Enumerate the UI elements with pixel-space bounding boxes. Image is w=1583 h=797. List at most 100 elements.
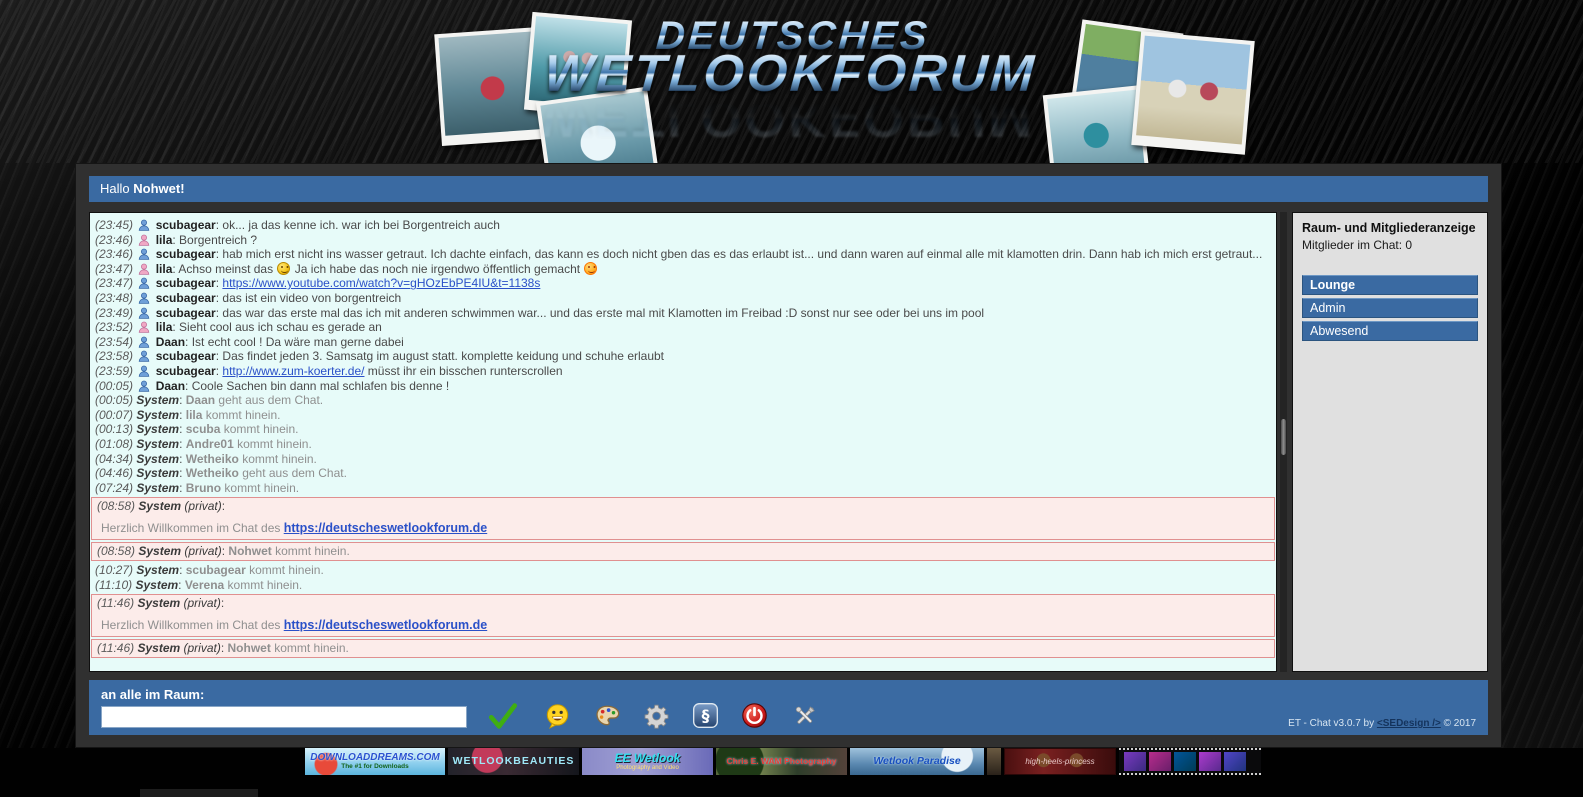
chat-message-log[interactable]: (23:45) scubagear: ok... ja das kenne ic… — [89, 212, 1277, 672]
room-button-admin[interactable]: Admin — [1302, 298, 1478, 318]
message-link[interactable]: https://www.youtube.com/watch?v=gHOzEbPE… — [222, 276, 540, 290]
message-sender-name: Daan — [152, 335, 185, 349]
banner-text: Wetlook Paradise — [873, 756, 960, 767]
chat-scrollbar-thumb[interactable] — [1281, 419, 1286, 455]
system-action-text: kommt hinein. — [239, 452, 317, 466]
system-action-text: kommt hinein. — [220, 422, 298, 436]
female-user-icon — [138, 321, 150, 333]
banner-small[interactable] — [987, 748, 1001, 775]
system-message: (04:34) System: Wetheiko kommt hinein. — [90, 452, 1276, 467]
message-timestamp: (23:45) — [95, 218, 136, 232]
banner-text: Chris E. WAM Photography — [726, 757, 836, 766]
message-timestamp: (23:59) — [95, 364, 136, 378]
banner-filmstrip-video[interactable] — [1119, 748, 1261, 775]
cropped-ui-fragment — [140, 789, 258, 797]
banner-wetlook-paradise[interactable]: Wetlook Paradise — [850, 748, 984, 775]
message-link[interactable]: http://www.zum-koerter.de/ — [222, 364, 364, 378]
banner-chris-e-wam-photography[interactable]: Chris E. WAM Photography — [716, 748, 847, 775]
system-action-text: kommt hinein. — [202, 408, 280, 422]
private-label: (privat) — [181, 499, 222, 513]
message-timestamp: (04:46) — [95, 466, 136, 480]
male-user-icon — [138, 248, 150, 260]
message-timestamp: (23:58) — [95, 349, 136, 363]
color-palette-button[interactable] — [593, 703, 621, 729]
chat-message: (23:48) scubagear: das ist ein video von… — [90, 291, 1276, 306]
banner-subtext: Photography and Video — [616, 765, 679, 771]
credit-prefix: ET - Chat v3.0.7 by — [1288, 718, 1377, 729]
system-message: (00:05) System: Daan geht aus dem Chat. — [90, 393, 1276, 408]
message-timestamp: (10:27) — [95, 563, 136, 577]
system-action-text: geht aus dem Chat. — [239, 466, 347, 480]
banner-high-heels-princess[interactable]: high-heels-princess — [1004, 748, 1116, 775]
chat-message: (00:05) Daan: Coole Sachen bin dann mal … — [90, 379, 1276, 394]
smiley-button[interactable] — [544, 703, 571, 729]
banner-downloaddreams[interactable]: DOWNLOADDREAMS.COMThe #1 for Downloads — [305, 748, 445, 775]
system-message: (11:10) System: Verena kommt hinein. — [90, 578, 1276, 593]
system-action-text: kommt hinein. — [271, 641, 349, 655]
message-text: Das findet jeden 3. Samsatg im august st… — [222, 349, 664, 363]
message-text: Achso meinst das — [178, 262, 276, 276]
welcome-message-body: Herzlich Willkommen im Chat des https://… — [97, 611, 1269, 636]
system-subject-user: Andre01 — [186, 437, 234, 451]
filmstrip-frame — [1224, 752, 1246, 771]
system-sender-name: System — [137, 641, 180, 655]
system-subject-user: Daan — [186, 393, 215, 407]
private-system-message: (11:46) System (privat): Nohwet kommt hi… — [91, 639, 1275, 658]
forum-link[interactable]: https://deutscheswetlookforum.de — [284, 618, 488, 632]
message-sender-name: scubagear — [152, 349, 215, 363]
message-text: Coole Sachen bin dann mal schlafen bis d… — [192, 379, 450, 393]
system-message: (01:08) System: Andre01 kommt hinein. — [90, 437, 1276, 452]
system-action-text: kommt hinein. — [272, 544, 350, 558]
banner-wetlookbeauties[interactable]: WETLOOKBEAUTIES — [448, 748, 579, 775]
smiley-icon — [544, 717, 571, 732]
rules-paragraph-button[interactable]: § — [692, 702, 719, 729]
banner-ee-wetlook[interactable]: EE WetlookPhotography and Video — [582, 748, 713, 775]
banner-text: high-heels-princess — [1025, 758, 1094, 766]
credit-sedesign-link[interactable]: <SEDesign /> — [1377, 718, 1441, 729]
partner-banner-row: DOWNLOADDREAMS.COMThe #1 for Downloads WE… — [305, 748, 1264, 775]
banner-text: EE Wetlook — [615, 752, 681, 764]
room-button-lounge[interactable]: Lounge — [1302, 275, 1478, 295]
message-timestamp: (23:52) — [95, 320, 136, 334]
filmstrip-frame — [1199, 752, 1221, 771]
tools-icon — [790, 717, 820, 732]
logout-power-button[interactable] — [741, 702, 768, 729]
system-subject-user: Verena — [185, 578, 224, 592]
message-text: das war das erste mal das ich mit andere… — [222, 306, 984, 320]
system-sender-name: System — [136, 408, 179, 422]
banner-text: WETLOOKBEAUTIES — [453, 756, 575, 767]
message-timestamp: (23:47) — [95, 262, 136, 276]
greeting-username: Nohwet! — [133, 181, 184, 196]
system-action-text: kommt hinein. — [246, 563, 324, 577]
site-header: DEUTSCHES WETLOOKFORUM WETLOOKFORUM — [0, 0, 1583, 163]
logo-title-line2: WETLOOKFORUM — [539, 51, 1042, 99]
logout-power-icon — [741, 717, 768, 732]
system-message: (00:13) System: scuba kommt hinein. — [90, 422, 1276, 437]
chat-message: (23:58) scubagear: Das findet jeden 3. S… — [90, 349, 1276, 364]
banner-text: DOWNLOADDREAMS.COM — [310, 753, 439, 763]
message-timestamp: (11:46) — [97, 596, 137, 610]
message-timestamp: (00:07) — [95, 408, 136, 422]
composer-toolbar: § — [483, 703, 831, 728]
system-subject-user: scuba — [186, 422, 221, 436]
settings-gear-button[interactable] — [643, 703, 670, 729]
send-check-button[interactable] — [487, 703, 519, 729]
room-button-abwesend[interactable]: Abwesend — [1302, 321, 1478, 341]
system-message: (10:27) System: scubagear kommt hinein. — [90, 563, 1276, 578]
private-label: (privat) — [181, 544, 222, 558]
logo-reflection: WETLOOKFORUM — [534, 93, 1041, 141]
message-text: das ist ein video von borgentreich — [222, 291, 401, 305]
chat-message: (23:59) scubagear: http://www.zum-koerte… — [90, 364, 1276, 379]
private-label: (privat) — [180, 641, 221, 655]
chat-scrollbar[interactable] — [1280, 212, 1287, 672]
panel-title: Raum- und Mitgliederanzeige — [1302, 221, 1478, 235]
tools-button[interactable] — [790, 703, 820, 729]
message-timestamp: (07:24) — [95, 481, 136, 495]
forum-link[interactable]: https://deutscheswetlookforum.de — [284, 521, 488, 535]
message-sender-name: scubagear — [152, 364, 215, 378]
message-input[interactable] — [101, 706, 467, 728]
message-sender-name: scubagear — [152, 276, 215, 290]
greeting-prefix: Hallo — [100, 181, 133, 196]
message-sender-name: scubagear — [152, 247, 215, 261]
system-sender-name: System — [136, 466, 179, 480]
